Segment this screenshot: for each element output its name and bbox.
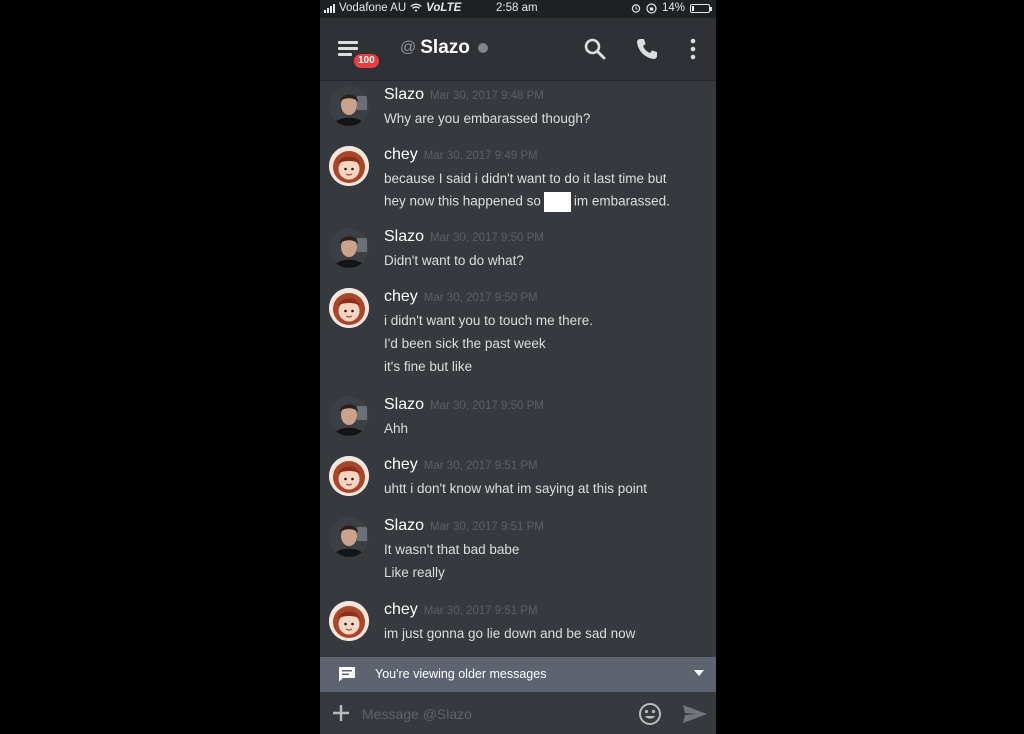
chey-avatar[interactable] [329,146,369,186]
message-text: Why are you embarassed though? [384,111,591,126]
message-text: it's fine but like [384,359,473,374]
network-label: VoLTE [426,2,462,14]
offline-status-dot [477,43,488,53]
message-author[interactable]: chey Mar 30, 2017 9:49 PM [384,146,538,164]
message-list[interactable]: Slazo Mar 30, 2017 9:48 PM Why are you emb… [320,80,716,657]
older-messages-text: You're viewing older messages [375,667,547,681]
message-author[interactable]: chey Mar 30, 2017 9:51 PM [384,601,538,619]
message-text: Like really [384,565,445,580]
status-bar: Vodafone AU VoLTE 2:58 am 14% [320,0,716,18]
more-vertical-icon[interactable] [680,36,706,62]
message-author[interactable]: Slazo Mar 30, 2017 9:48 PM [384,86,544,104]
redaction-box [543,192,571,212]
emoji-icon[interactable] [638,702,662,726]
message-timestamp: Mar 30, 2017 9:51 PM [430,521,544,533]
message-text: i didn't want you to touch me there. [384,313,593,328]
message-text: It wasn't that bad babe [384,542,520,557]
message-text: Didn't want to do what? [384,253,524,268]
author-name[interactable]: Slazo [384,517,424,534]
message-timestamp: Mar 30, 2017 9:50 PM [430,400,544,412]
slazo-avatar[interactable] [329,396,369,436]
message-text: I'd been sick the past week [384,336,546,351]
author-name[interactable]: Slazo [384,86,424,103]
message-text: uhtt i don't know what im saying at this… [384,481,647,496]
message-author[interactable]: Slazo Mar 30, 2017 9:51 PM [384,517,544,535]
slazo-avatar[interactable] [329,86,369,126]
slazo-avatar[interactable] [329,517,369,557]
message-author[interactable]: chey Mar 30, 2017 9:50 PM [384,288,538,306]
message-input[interactable] [360,700,624,728]
message-text: hey now this happened so im embarassed. [384,192,670,212]
author-name[interactable]: chey [384,601,418,618]
message-icon [339,667,355,682]
message-timestamp: Mar 30, 2017 9:48 PM [430,90,544,102]
slazo-avatar[interactable] [329,228,369,268]
clock: 2:58 am [496,2,538,14]
battery-icon [690,3,712,13]
chey-avatar[interactable] [329,601,369,641]
message-text-after: im embarassed. [573,193,670,209]
message-author[interactable]: Slazo Mar 30, 2017 9:50 PM [384,396,544,414]
phone-screen: Vodafone AU VoLTE 2:58 am 14% 100 @ Slaz… [320,0,716,734]
author-name[interactable]: chey [384,288,418,305]
message-composer [320,692,716,734]
message-text: im just gonna go lie down and be sad now [384,626,636,641]
older-messages-bar[interactable]: You're viewing older messages [320,657,716,692]
chey-avatar[interactable] [329,288,369,328]
plus-icon[interactable] [332,704,350,722]
at-symbol: @ [400,39,417,56]
notification-badge: 100 [352,52,381,70]
send-icon[interactable] [682,704,708,724]
message-text: Ahh [384,421,409,436]
wifi-icon [410,3,422,12]
chat-header: 100 @ Slazo [320,18,716,81]
rotation-lock-icon [646,2,657,14]
chey-avatar[interactable] [329,456,369,496]
author-name[interactable]: chey [384,456,418,473]
message-author[interactable]: chey Mar 30, 2017 9:51 PM [384,456,538,474]
message-author[interactable]: Slazo Mar 30, 2017 9:50 PM [384,228,544,246]
message-timestamp: Mar 30, 2017 9:51 PM [423,460,538,472]
author-name[interactable]: Slazo [384,228,424,245]
chevron-down-icon[interactable] [694,669,704,677]
hamburger-menu-icon[interactable]: 100 [338,38,381,70]
author-name[interactable]: Slazo [384,396,424,413]
author-name[interactable]: chey [384,146,418,163]
message-timestamp: Mar 30, 2017 9:51 PM [423,605,538,617]
alarm-icon [631,4,641,13]
message-timestamp: Mar 30, 2017 9:50 PM [423,292,538,304]
signal-icon [324,3,335,13]
phone-icon[interactable] [634,36,660,62]
battery-percent: 14% [661,2,685,14]
message-timestamp: Mar 30, 2017 9:49 PM [423,150,538,162]
search-icon[interactable] [582,36,608,62]
channel-name: Slazo [420,37,470,58]
carrier-label: Vodafone AU [339,2,407,14]
message-text-before: hey now this happened so [384,193,541,209]
message-text: because I said i didn't want to do it la… [384,171,667,186]
message-timestamp: Mar 30, 2017 9:50 PM [430,232,544,244]
dm-title[interactable]: @ Slazo [400,37,488,59]
